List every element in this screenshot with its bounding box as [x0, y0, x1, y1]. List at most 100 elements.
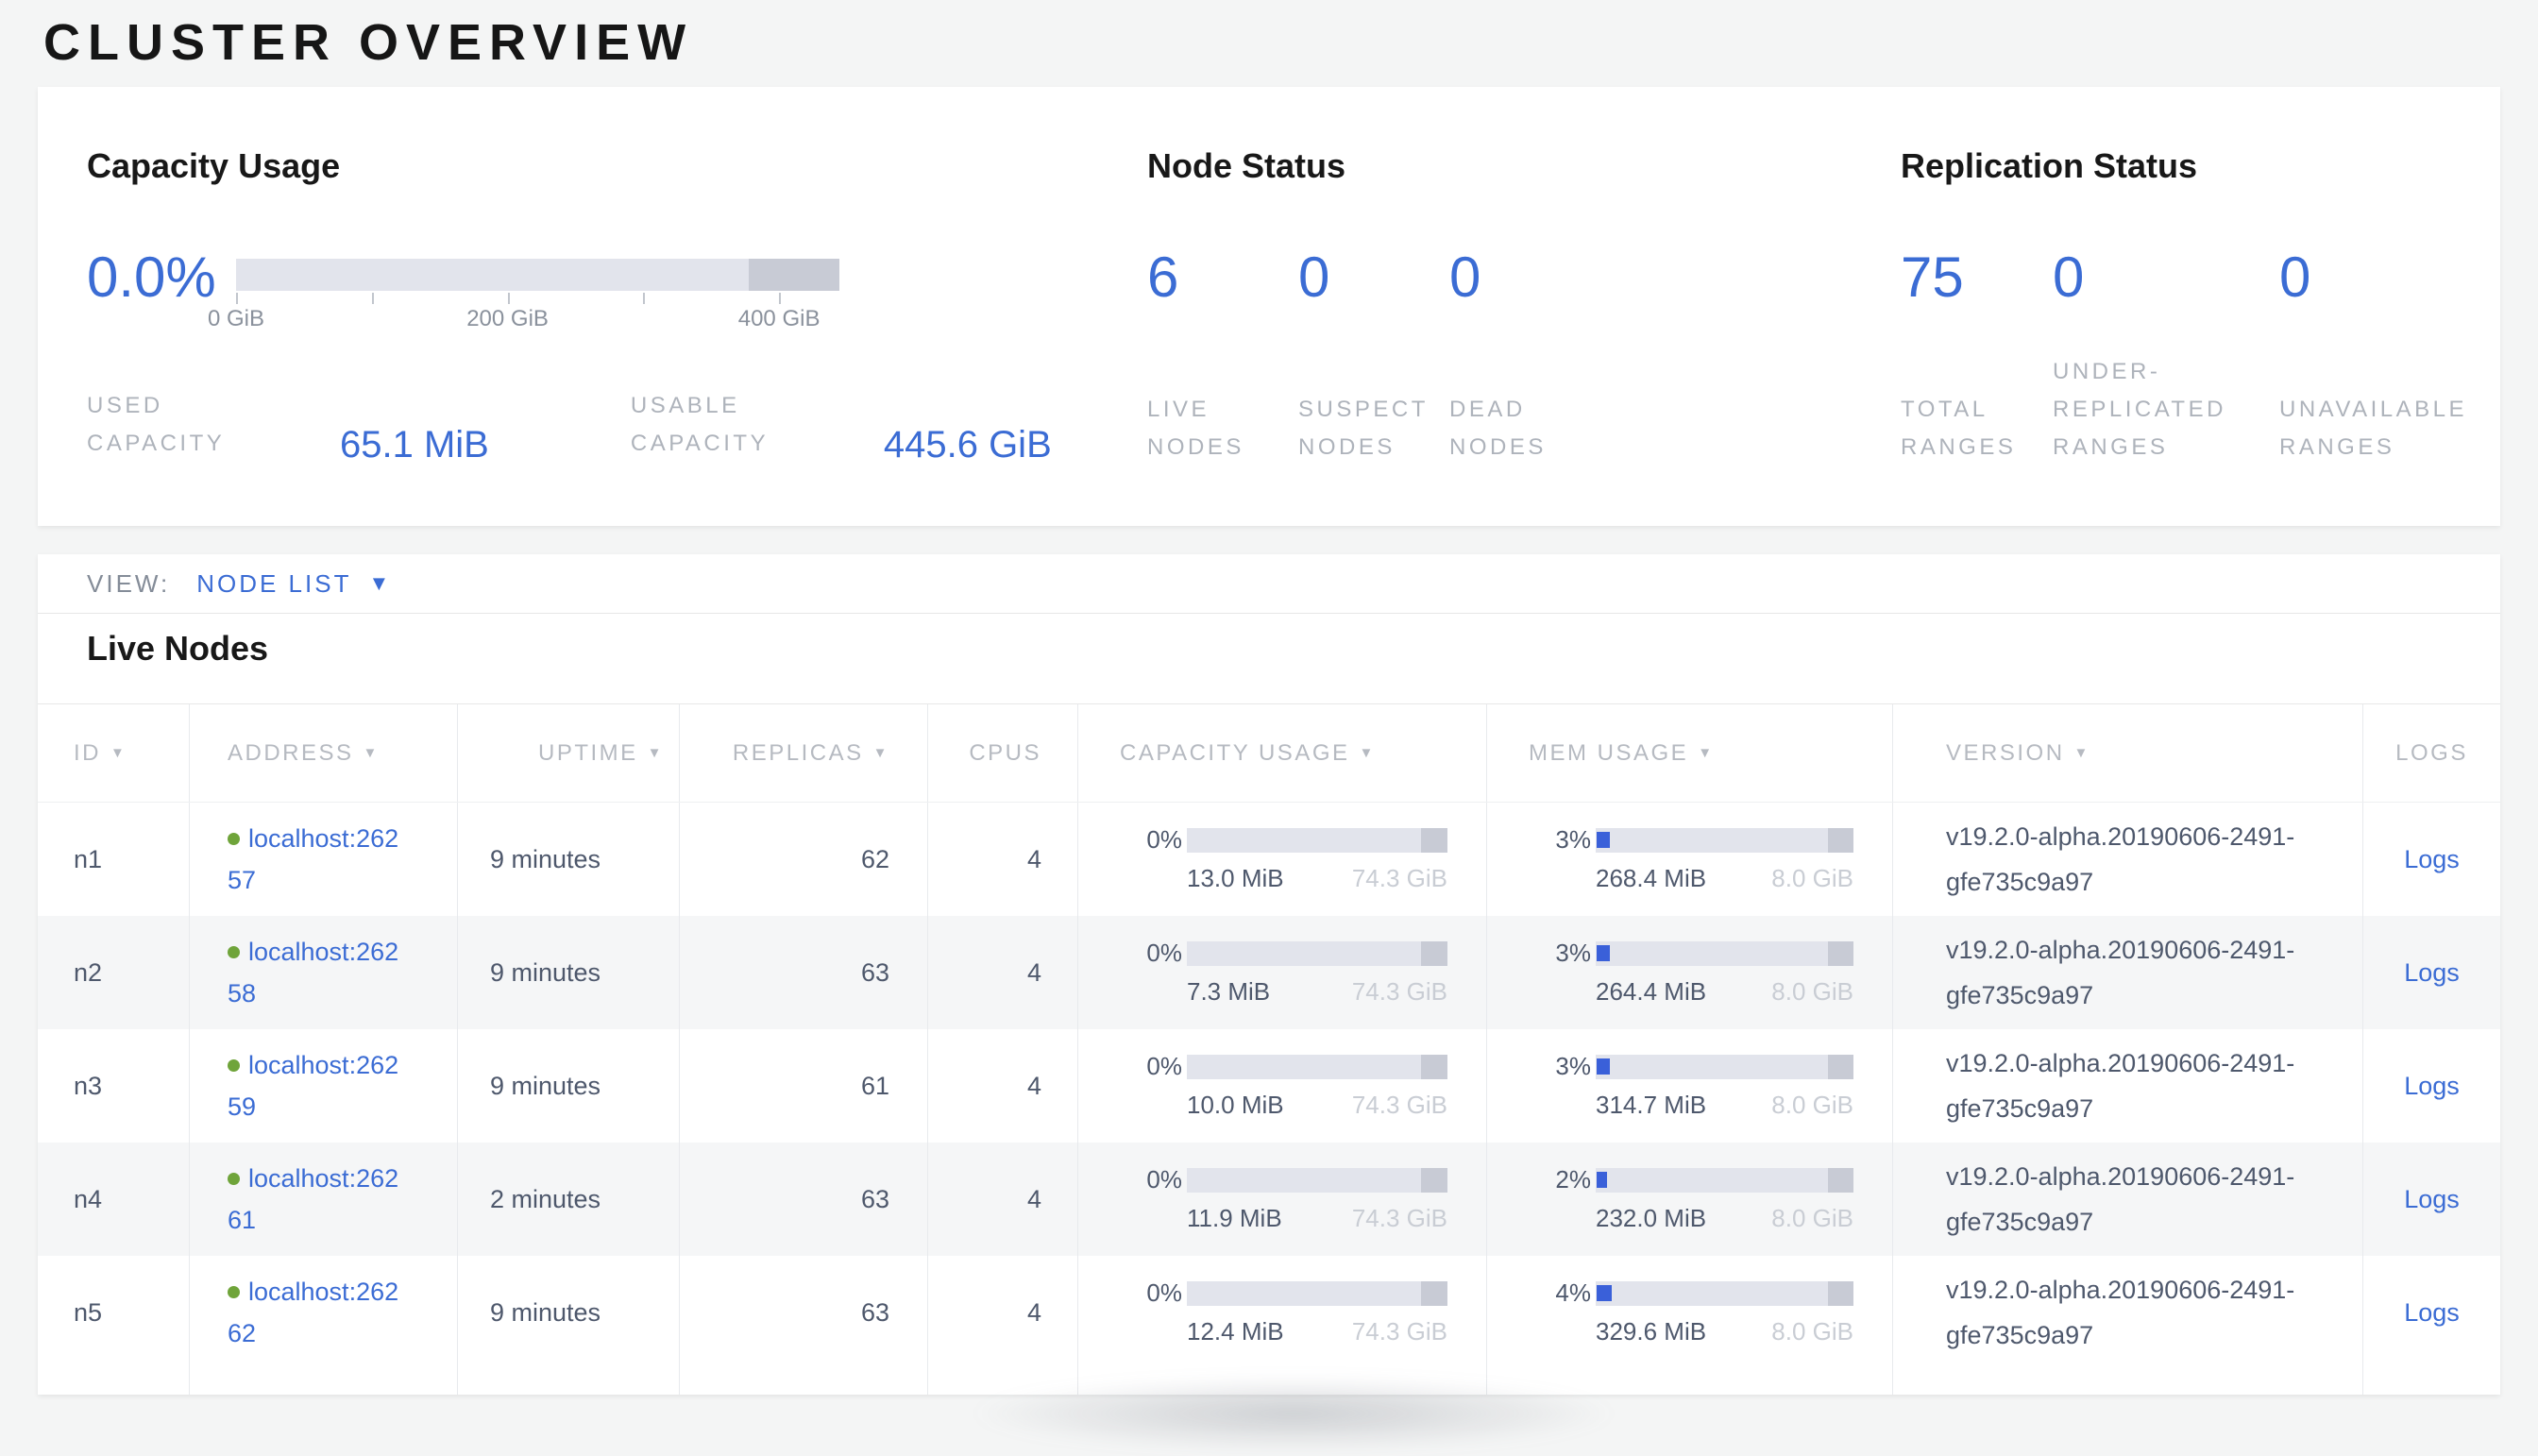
node-address-link-line2[interactable]: 62 [228, 1312, 398, 1354]
capacity-bar-reserved [1421, 1281, 1447, 1306]
node-id-cell: n1 [38, 803, 189, 916]
node-status-section: Node Status 6 LIVE NODES 0 SUSPECT NODES [1147, 147, 1547, 466]
column-header-cpus: CPUS [927, 704, 1077, 802]
node-address-link-line2[interactable]: 61 [228, 1199, 398, 1241]
table-row: n3 localhost:262 59 9 minutes 61 4 0% [38, 1029, 2500, 1143]
axis-label-0gib: 0 GiB [208, 306, 264, 332]
used-capacity-stat: USED CAPACITY 65.1 MiB [87, 387, 489, 463]
node-address-cell: localhost:262 59 [189, 1029, 457, 1143]
capacity-used-value: 13.0 MiB [1187, 864, 1284, 893]
sort-arrow-icon: ▼ [648, 745, 664, 761]
node-capacity-usage-cell: 0% 10.0 MiB 74.3 GiB [1077, 1029, 1486, 1143]
column-header-uptime[interactable]: UPTIME▼ [457, 704, 679, 802]
node-version-cell: v19.2.0-alpha.20190606-2491-gfe735c9a97 [1892, 1143, 2362, 1256]
replication-status-section: Replication Status 75 TOTAL RANGES 0 UND… [1901, 147, 2467, 466]
mem-bar-reserved [1828, 828, 1853, 853]
logs-link[interactable]: Logs [2404, 1072, 2460, 1101]
mem-bar-reserved [1828, 1168, 1853, 1193]
mem-percent: 3% [1548, 939, 1591, 968]
capacity-axis-labels: 0 GiB 200 GiB 400 GiB [236, 306, 839, 338]
logs-link[interactable]: Logs [2404, 1185, 2460, 1214]
capacity-bar-reserved [1421, 941, 1447, 966]
logs-link[interactable]: Logs [2404, 1298, 2460, 1328]
table-row: n4 localhost:262 61 2 minutes 63 4 0% [38, 1143, 2500, 1256]
node-address-link[interactable]: localhost:262 [248, 1278, 398, 1306]
node-mem-usage-cell: 2% 232.0 MiB 8.0 GiB [1486, 1143, 1892, 1256]
node-address-link[interactable]: localhost:262 [248, 1164, 398, 1193]
node-id-cell: n4 [38, 1143, 189, 1256]
capacity-percent: 0% [1139, 1278, 1182, 1308]
node-cpus-cell: 4 [927, 1256, 1077, 1369]
mem-bar-reserved [1828, 1281, 1853, 1306]
node-capacity-usage-cell: 0% 13.0 MiB 74.3 GiB [1077, 803, 1486, 916]
mem-bar [1596, 1168, 1853, 1193]
node-uptime-cell: 2 minutes [457, 1143, 679, 1256]
view-selector-dropdown[interactable]: NODE LIST ▼ [196, 569, 389, 599]
mem-bar [1596, 1281, 1853, 1306]
page-title: CLUSTER OVERVIEW [43, 13, 693, 72]
node-mem-usage-cell: 3% 264.4 MiB 8.0 GiB [1486, 916, 1892, 1029]
unavailable-ranges-label: UNAVAILABLE RANGES [2279, 391, 2467, 466]
column-header-logs: LOGS [2362, 704, 2500, 802]
capacity-percent: 0% [1139, 1052, 1182, 1081]
mem-percent: 3% [1548, 1052, 1591, 1081]
node-cpus-cell: 4 [927, 916, 1077, 1029]
capacity-usage-title: Capacity Usage [87, 147, 1052, 185]
live-status-dot-icon [228, 833, 240, 845]
column-header-id[interactable]: ID▼ [38, 704, 189, 802]
table-header-row: ID▼ ADDRESS▼ UPTIME▼ REPLICAS▼ CPUS CAPA… [38, 704, 2500, 803]
column-header-mem-usage[interactable]: MEM USAGE▼ [1486, 704, 1892, 802]
capacity-reserved-segment [749, 259, 839, 291]
suspect-nodes-stat: 0 SUSPECT NODES [1298, 244, 1449, 466]
node-mem-usage-cell: 3% 268.4 MiB 8.0 GiB [1486, 803, 1892, 916]
sort-arrow-icon: ▼ [873, 745, 889, 761]
mem-bar-fill [1597, 832, 1610, 847]
mem-bar-reserved [1828, 941, 1853, 966]
used-capacity-value: 65.1 MiB [340, 423, 489, 466]
node-logs-cell: Logs [2362, 1029, 2500, 1143]
live-nodes-title: Live Nodes [87, 629, 2500, 669]
mem-total-value: 8.0 GiB [1771, 864, 1853, 893]
mem-used-value: 314.7 MiB [1596, 1091, 1706, 1120]
node-address-link-line2[interactable]: 59 [228, 1086, 398, 1127]
dead-nodes-label: DEAD NODES [1449, 391, 1547, 466]
node-mem-usage-cell: 4% 329.6 MiB 8.0 GiB [1486, 1256, 1892, 1369]
node-address-link[interactable]: localhost:262 [248, 938, 398, 966]
node-address-link[interactable]: localhost:262 [248, 824, 398, 853]
node-capacity-usage-cell: 0% 11.9 MiB 74.3 GiB [1077, 1143, 1486, 1256]
overview-card: Capacity Usage 0.0% [38, 87, 2500, 526]
node-address-link-line2[interactable]: 57 [228, 859, 398, 901]
unavailable-ranges-value: 0 [2279, 244, 2467, 312]
capacity-percent: 0% [1139, 1165, 1182, 1194]
capacity-bar-reserved [1421, 1055, 1447, 1079]
logs-link[interactable]: Logs [2404, 958, 2460, 988]
logs-link[interactable]: Logs [2404, 845, 2460, 874]
node-address-link-line2[interactable]: 58 [228, 973, 398, 1014]
usable-capacity-label: USABLE CAPACITY [631, 387, 857, 463]
usable-capacity-stat: USABLE CAPACITY 445.6 GiB [631, 387, 1052, 463]
column-header-version[interactable]: VERSION▼ [1892, 704, 2362, 802]
capacity-used-value: 7.3 MiB [1187, 977, 1270, 1007]
capacity-usage-section: Capacity Usage 0.0% [87, 147, 1052, 463]
node-address-link[interactable]: localhost:262 [248, 1051, 398, 1079]
column-header-capacity-usage[interactable]: CAPACITY USAGE▼ [1077, 704, 1486, 802]
node-replicas-cell: 62 [679, 803, 927, 916]
node-version-cell: v19.2.0-alpha.20190606-2491-gfe735c9a97 [1892, 803, 2362, 916]
capacity-total-value: 74.3 GiB [1352, 1204, 1447, 1233]
under-replicated-ranges-label: UNDER- REPLICATED RANGES [2053, 353, 2279, 466]
column-header-address[interactable]: ADDRESS▼ [189, 704, 457, 802]
node-cpus-cell: 4 [927, 803, 1077, 916]
capacity-total-value: 74.3 GiB [1352, 977, 1447, 1007]
node-address-cell: localhost:262 62 [189, 1256, 457, 1369]
column-header-replicas[interactable]: REPLICAS▼ [679, 704, 927, 802]
node-mem-usage-cell: 3% 314.7 MiB 8.0 GiB [1486, 1029, 1892, 1143]
node-uptime-cell: 9 minutes [457, 1029, 679, 1143]
mem-percent: 3% [1548, 825, 1591, 855]
capacity-used-value: 11.9 MiB [1187, 1204, 1282, 1233]
used-capacity-label: USED CAPACITY [87, 387, 313, 463]
capacity-total-value: 74.3 GiB [1352, 1091, 1447, 1120]
node-replicas-cell: 63 [679, 1143, 927, 1256]
partial-row [38, 1369, 2500, 1395]
node-id-cell: n2 [38, 916, 189, 1029]
mem-bar [1596, 828, 1853, 853]
